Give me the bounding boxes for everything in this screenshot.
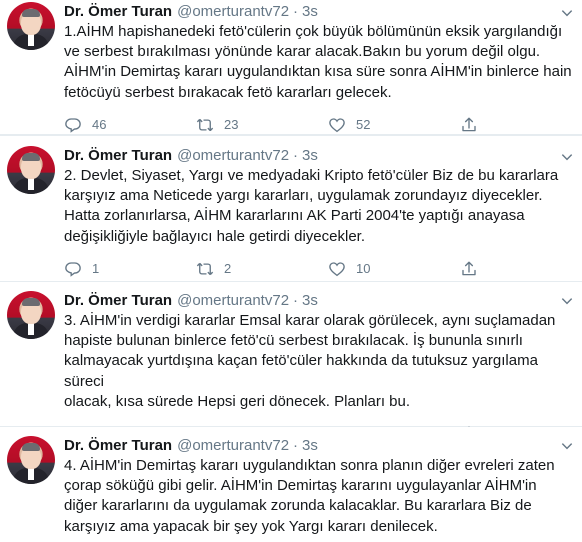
reply-count: 1 (92, 260, 100, 276)
tweet-text: 1.AİHM hapishanedeki fetö'cülerin çok bü… (64, 23, 572, 101)
chevron-down-icon (561, 154, 573, 161)
avatar-column (7, 2, 56, 134)
tweet-actions: 46 23 52 (64, 115, 572, 135)
avatar[interactable] (7, 436, 55, 484)
retweet-icon (196, 118, 214, 131)
heart-icon (329, 118, 345, 133)
tweet-menu-button[interactable] (558, 148, 576, 166)
tweet-timestamp[interactable]: 3s (302, 2, 318, 22)
like-button[interactable]: 10 (328, 260, 460, 278)
tweet-header: Dr. Ömer Turan @omerturantv72 · 3s (64, 146, 572, 166)
like-count: 10 (356, 260, 371, 276)
tweet-header: Dr. Ömer Turan @omerturantv72 · 3s (64, 2, 572, 22)
avatar-column (7, 146, 56, 281)
avatar[interactable] (7, 291, 55, 339)
tweet-content: Dr. Ömer Turan @omerturantv72 · 3s 1.AİH… (56, 2, 572, 134)
tweet-content: Dr. Ömer Turan @omerturantv72 · 3s 2. De… (56, 146, 572, 281)
author-handle[interactable]: @omerturantv72 (177, 146, 289, 166)
tweet[interactable]: Dr. Ömer Turan @omerturantv72 · 3s 3. Aİ… (0, 282, 582, 442)
retweet-count: 23 (224, 116, 239, 132)
retweet-count: 2 (224, 260, 232, 276)
separator-dot: · (293, 3, 299, 20)
author-handle[interactable]: @omerturantv72 (177, 436, 289, 456)
avatar[interactable] (7, 2, 55, 50)
author-handle[interactable]: @omerturantv72 (177, 291, 289, 311)
separator-dot: · (293, 292, 299, 309)
timeline: Dr. Ömer Turan @omerturantv72 · 3s 1.AİH… (0, 0, 582, 541)
tweet-text: 3. AİHM'in verdigi kararlar Emsal karar … (64, 312, 556, 410)
share-button[interactable] (460, 260, 490, 278)
reply-button[interactable]: 1 (64, 260, 196, 278)
tweet-actions: 1 2 10 (64, 259, 572, 279)
tweet[interactable]: Dr. Ömer Turan @omerturantv72 · 3s 2. De… (0, 135, 582, 282)
avatar-column (7, 436, 56, 541)
retweet-button[interactable]: 2 (196, 260, 328, 278)
tweet-timestamp[interactable]: 3s (302, 291, 318, 311)
author-name[interactable]: Dr. Ömer Turan (64, 436, 172, 456)
separator-dot: · (293, 437, 299, 454)
tweet-text: 4. AİHM'in Demirtaş kararı uygulandıktan… (64, 457, 555, 535)
tweet-text: 2. Devlet, Siyaset, Yargı ve medyadaki K… (64, 167, 559, 245)
avatar-column (7, 291, 56, 426)
reply-icon (65, 118, 81, 133)
tweet-menu-button[interactable] (558, 4, 576, 22)
tweet[interactable]: Dr. Ömer Turan @omerturantv72 · 3s 4. Aİ… (0, 427, 582, 541)
tweet-menu-button[interactable] (558, 292, 576, 310)
author-handle[interactable]: @omerturantv72 (177, 2, 289, 22)
share-icon (462, 117, 476, 132)
like-count: 52 (356, 116, 371, 132)
author-name[interactable]: Dr. Ömer Turan (64, 291, 172, 311)
tweet-menu-button[interactable] (558, 437, 576, 455)
tweet-content: Dr. Ömer Turan @omerturantv72 · 3s 4. Aİ… (56, 436, 572, 541)
retweet-button[interactable]: 23 (196, 116, 328, 134)
author-name[interactable]: Dr. Ömer Turan (64, 2, 172, 22)
retweet-icon (196, 262, 214, 275)
reply-button[interactable]: 46 (64, 116, 196, 134)
tweet[interactable]: Dr. Ömer Turan @omerturantv72 · 3s 1.AİH… (0, 0, 582, 135)
chevron-down-icon (561, 443, 573, 450)
avatar[interactable] (7, 146, 55, 194)
like-button[interactable]: 52 (328, 116, 460, 134)
heart-icon (329, 262, 345, 277)
tweet-header: Dr. Ömer Turan @omerturantv72 · 3s (64, 436, 572, 456)
share-button[interactable] (460, 116, 490, 134)
chevron-down-icon (561, 298, 573, 305)
tweet-timestamp[interactable]: 3s (302, 146, 318, 166)
separator-dot: · (293, 147, 299, 164)
share-icon (462, 261, 476, 276)
reply-icon (65, 262, 81, 277)
tweet-timestamp[interactable]: 3s (302, 436, 318, 456)
reply-count: 46 (92, 116, 107, 132)
chevron-down-icon (561, 10, 573, 17)
tweet-header: Dr. Ömer Turan @omerturantv72 · 3s (64, 291, 572, 311)
author-name[interactable]: Dr. Ömer Turan (64, 146, 172, 166)
tweet-content: Dr. Ömer Turan @omerturantv72 · 3s 3. Aİ… (56, 291, 572, 442)
